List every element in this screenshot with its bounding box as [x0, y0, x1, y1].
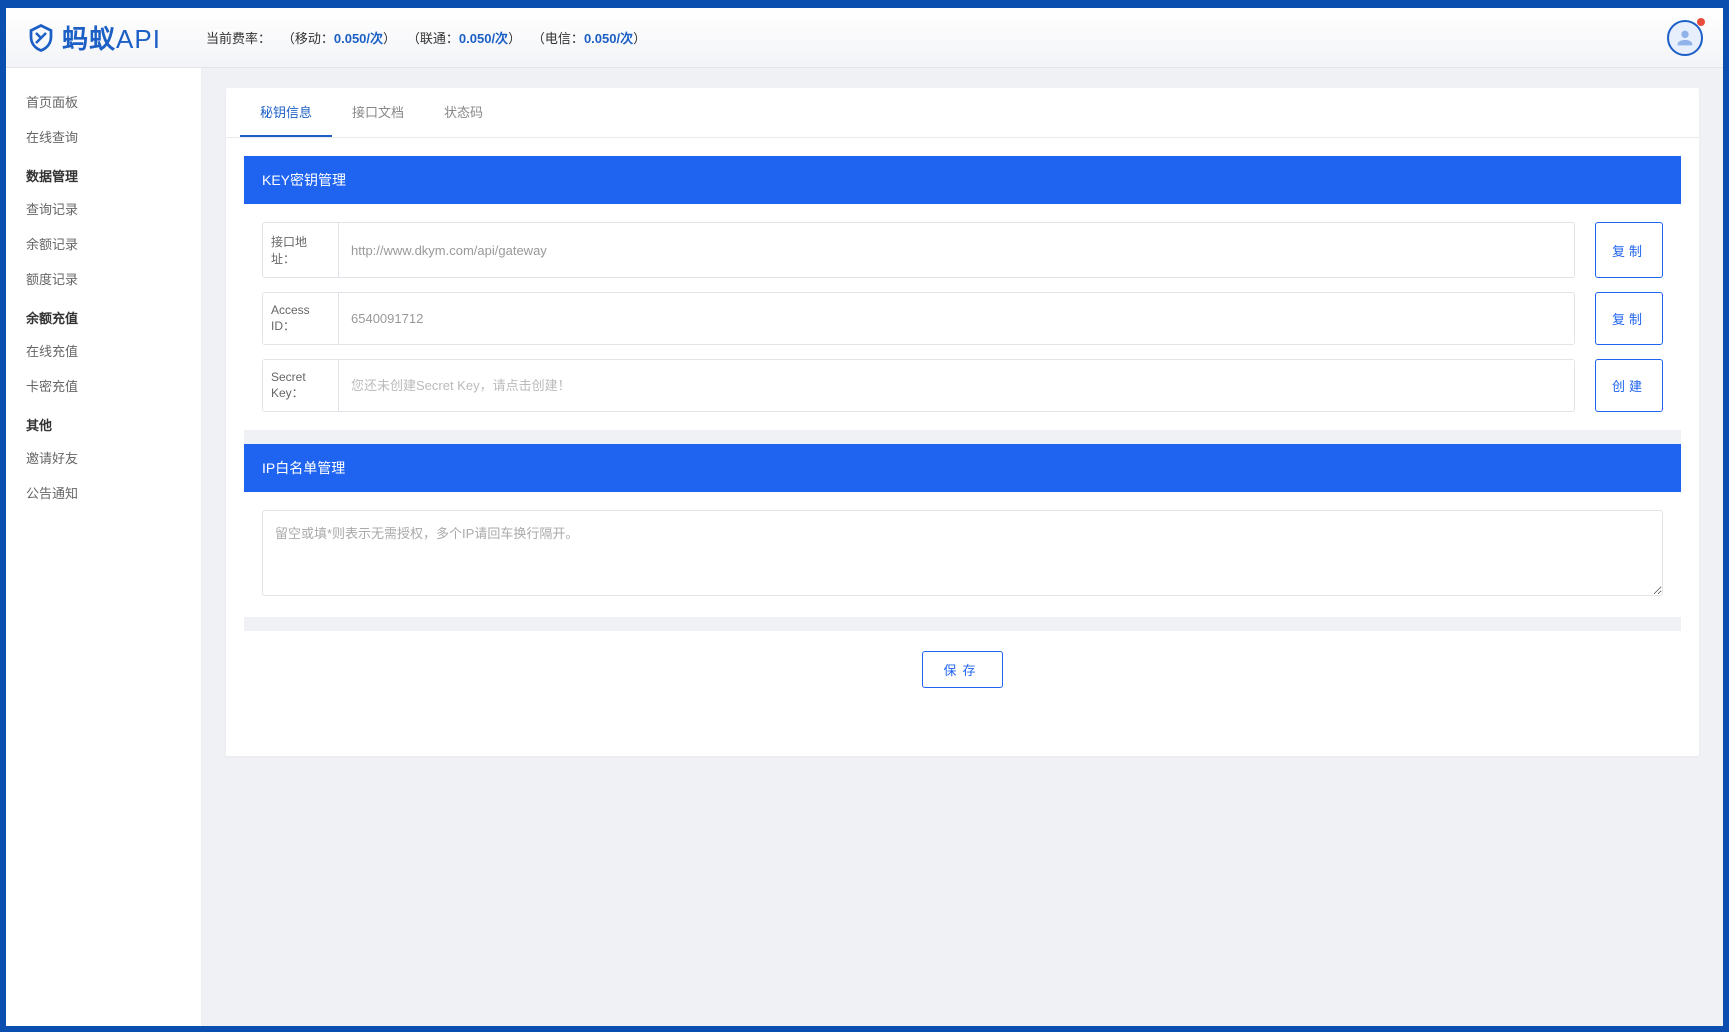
sidebar-item-query-records[interactable]: 查询记录 — [6, 191, 201, 226]
sidebar-item-dashboard[interactable]: 首页面板 — [6, 84, 201, 119]
sidebar-header-recharge: 余额充值 — [6, 296, 201, 333]
sidebar-item-card-recharge[interactable]: 卡密充值 — [6, 368, 201, 403]
tab-status-codes[interactable]: 状态码 — [424, 88, 503, 137]
copy-url-button[interactable]: 复制 — [1595, 222, 1663, 278]
sidebar-header-other: 其他 — [6, 403, 201, 440]
sidebar-item-balance-records[interactable]: 余额记录 — [6, 226, 201, 261]
sidebar-item-announcements[interactable]: 公告通知 — [6, 475, 201, 510]
rate-bar: 当前费率： （移动：0.050/次） （联通：0.050/次） （电信：0.05… — [206, 28, 1667, 47]
create-secret-key-button[interactable]: 创建 — [1595, 359, 1663, 412]
secret-key-field: Secret Key： — [262, 359, 1575, 412]
save-button[interactable]: 保存 — [922, 651, 1002, 688]
user-icon — [1674, 27, 1696, 49]
notification-dot-icon — [1697, 18, 1705, 26]
access-id-label: Access ID： — [263, 293, 339, 344]
shield-icon — [26, 23, 56, 53]
header: 蚂蚁API 当前费率： （移动：0.050/次） （联通：0.050/次） （电… — [6, 8, 1723, 68]
ip-whitelist-textarea[interactable] — [262, 510, 1663, 596]
access-id-field: Access ID： — [262, 292, 1575, 345]
avatar[interactable] — [1667, 20, 1703, 56]
secret-key-input[interactable] — [339, 360, 1574, 411]
ip-panel-title: IP白名单管理 — [244, 444, 1681, 492]
logo[interactable]: 蚂蚁API — [26, 19, 206, 56]
sidebar: 首页面板 在线查询 数据管理 查询记录 余额记录 额度记录 余额充值 在线充值 … — [6, 68, 202, 1026]
api-url-input[interactable] — [339, 223, 1574, 277]
logo-text: 蚂蚁API — [62, 19, 161, 56]
key-panel-title: KEY密钥管理 — [244, 156, 1681, 204]
sidebar-item-invite[interactable]: 邀请好友 — [6, 440, 201, 475]
sidebar-item-online-recharge[interactable]: 在线充值 — [6, 333, 201, 368]
api-url-label: 接口地址： — [263, 223, 339, 277]
main-content: 秘钥信息 接口文档 状态码 KEY密钥管理 接口地址： 复制 — [202, 68, 1723, 1026]
sidebar-header-data: 数据管理 — [6, 154, 201, 191]
secret-key-label: Secret Key： — [263, 360, 339, 411]
copy-access-id-button[interactable]: 复制 — [1595, 292, 1663, 345]
api-url-field: 接口地址： — [262, 222, 1575, 278]
sidebar-item-quota-records[interactable]: 额度记录 — [6, 261, 201, 296]
tab-api-docs[interactable]: 接口文档 — [332, 88, 424, 137]
tabs: 秘钥信息 接口文档 状态码 — [226, 88, 1699, 138]
tab-key-info[interactable]: 秘钥信息 — [240, 88, 332, 137]
sidebar-item-online-query[interactable]: 在线查询 — [6, 119, 201, 154]
access-id-input[interactable] — [339, 293, 1574, 344]
